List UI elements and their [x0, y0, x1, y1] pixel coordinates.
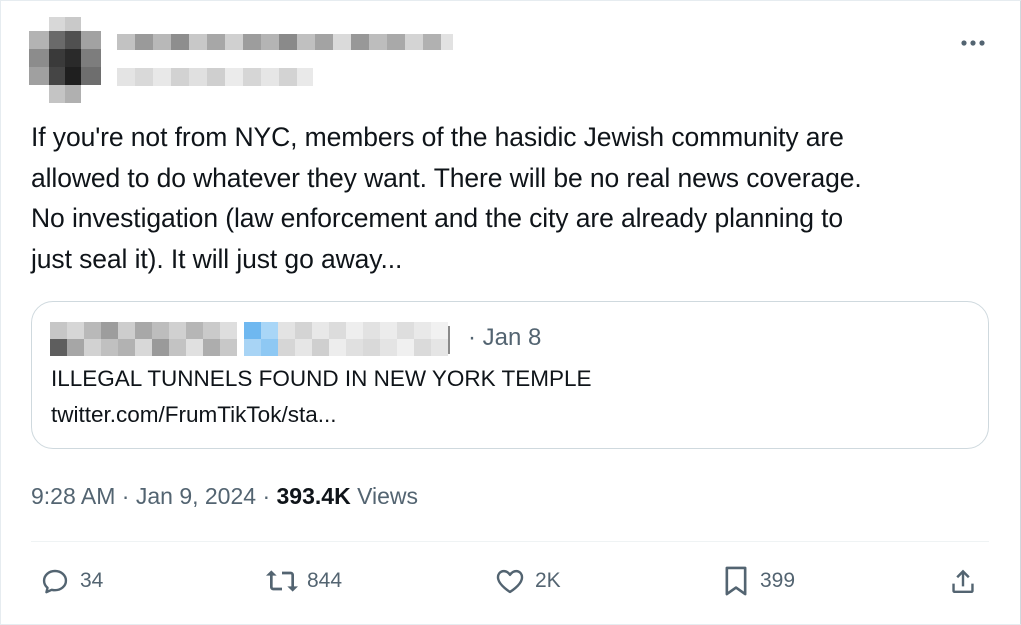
divider: [31, 541, 989, 542]
reply-icon: [42, 569, 68, 594]
reply-button[interactable]: 34: [39, 561, 103, 601]
repost-icon: [266, 570, 298, 592]
more-options-button[interactable]: [953, 29, 993, 57]
tweet-text: If you're not from NYC, members of the h…: [31, 117, 991, 279]
like-button[interactable]: 2K: [494, 561, 561, 601]
meta-separator: ·: [256, 483, 277, 509]
repost-count: 844: [307, 569, 343, 592]
like-count: 2K: [535, 569, 561, 592]
bookmark-button[interactable]: 399: [721, 561, 795, 601]
quoted-author-redacted[interactable]: [50, 322, 450, 358]
heart-icon: [496, 569, 524, 594]
repost-button[interactable]: 844: [263, 561, 342, 601]
meta-separator: ·: [115, 483, 136, 509]
tweet-text-line: just seal it). It will just go away...: [31, 243, 403, 274]
tweet-text-line: allowed to do whatever they want. There …: [31, 162, 862, 193]
avatar[interactable]: [29, 17, 101, 103]
views-count: 393.4K: [276, 483, 351, 509]
tweet-time[interactable]: 9:28 AM: [31, 483, 115, 509]
quoted-tweet-date[interactable]: · Jan 8: [468, 324, 541, 352]
share-button[interactable]: [947, 561, 979, 601]
tweet-text-line: If you're not from NYC, members of the h…: [31, 122, 844, 152]
bookmark-count: 399: [760, 569, 796, 592]
tweet-date[interactable]: Jan 9, 2024: [136, 483, 256, 509]
tweet-meta: 9:28 AM · Jan 9, 2024 · 393.4K Views: [31, 483, 418, 510]
quoted-tweet-card[interactable]: · Jan 8 ILLEGAL TUNNELS FOUND IN NEW YOR…: [31, 301, 989, 449]
reply-count: 34: [80, 569, 104, 592]
share-icon: [952, 569, 974, 593]
views-label: Views: [350, 483, 419, 509]
quoted-tweet-link[interactable]: twitter.com/FrumTikTok/sta...: [51, 402, 336, 428]
tweet-text-line: No investigation (law enforcement and th…: [31, 203, 844, 233]
more-horizontal-icon: [961, 40, 985, 46]
bookmark-icon: [725, 566, 747, 596]
author-name-redacted[interactable]: [117, 34, 453, 88]
tweet-card: If you're not from NYC, members of the h…: [0, 0, 1021, 625]
quoted-tweet-text: ILLEGAL TUNNELS FOUND IN NEW YORK TEMPLE: [51, 366, 592, 391]
